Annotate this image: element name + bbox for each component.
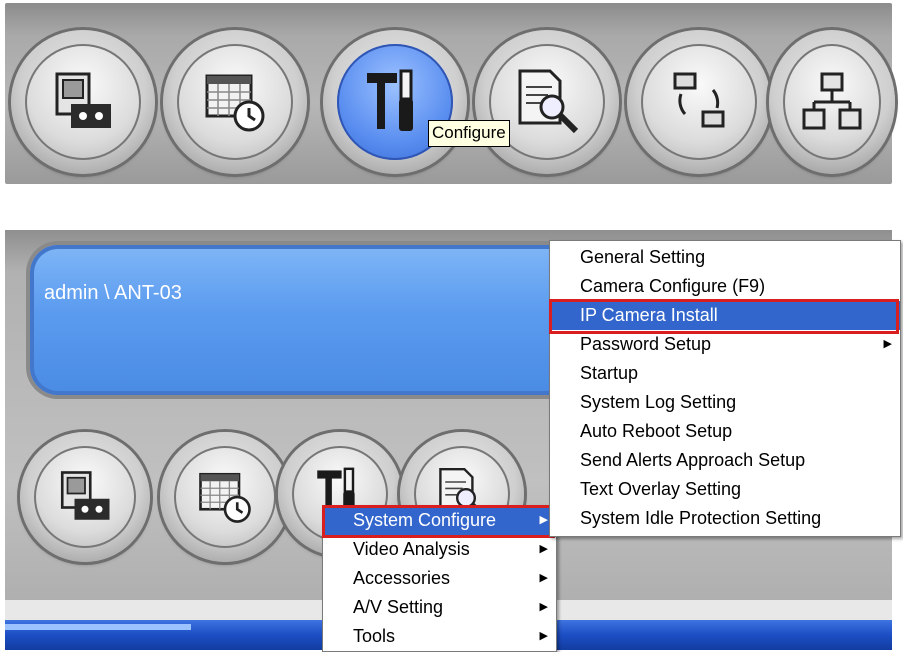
schedule-icon (199, 472, 251, 523)
chevron-right-icon: ▶ (883, 338, 892, 350)
menu-item-auto-reboot-setup[interactable]: Auto Reboot Setup (550, 417, 900, 446)
search-button[interactable] (475, 30, 619, 174)
menu-item-accessories[interactable]: Accessories ▶ (323, 564, 556, 593)
network-button[interactable] (769, 30, 895, 174)
menu-item-tools[interactable]: Tools ▶ (323, 622, 556, 651)
playback-icon (55, 72, 111, 128)
menu-item-startup[interactable]: Startup (550, 359, 900, 388)
search-icon (518, 69, 579, 134)
menu-item-system-log-setting[interactable]: System Log Setting (550, 388, 900, 417)
configure-button[interactable] (323, 30, 467, 174)
menu-item-text-overlay-setting[interactable]: Text Overlay Setting (550, 475, 900, 504)
status-display (30, 245, 630, 395)
backup-button[interactable] (627, 30, 771, 174)
schedule-button-bottom[interactable] (160, 432, 290, 562)
configure-icon (367, 69, 413, 131)
menu-item-camera-configure[interactable]: Camera Configure (F9) (550, 272, 900, 301)
menu-item-general-setting[interactable]: General Setting (550, 243, 900, 272)
menu-item-ip-camera-install[interactable]: IP Camera Install (550, 301, 900, 330)
menu-item-send-alerts-approach-setup[interactable]: Send Alerts Approach Setup (550, 446, 900, 475)
menu-item-video-analysis[interactable]: Video Analysis ▶ (323, 535, 556, 564)
system-configure-submenu: General Setting Camera Configure (F9) IP… (549, 240, 901, 537)
playback-button-bottom[interactable] (20, 432, 150, 562)
chevron-right-icon: ▶ (539, 601, 548, 613)
schedule-button[interactable] (163, 30, 307, 174)
schedule-icon (205, 74, 265, 132)
menu-item-password-setup[interactable]: Password Setup ▶ (550, 330, 900, 359)
chevron-right-icon: ▶ (539, 514, 548, 526)
menu-item-system-idle-protection-setting[interactable]: System Idle Protection Setting (550, 504, 900, 533)
playback-icon (60, 471, 110, 520)
backup-icon (673, 72, 725, 128)
configure-tooltip: Configure (428, 120, 510, 147)
menu-item-av-setting[interactable]: A/V Setting ▶ (323, 593, 556, 622)
playback-button[interactable] (11, 30, 155, 174)
menu-item-system-configure[interactable]: System Configure ▶ (323, 506, 556, 535)
chevron-right-icon: ▶ (539, 543, 548, 555)
chevron-right-icon: ▶ (539, 630, 548, 642)
network-icon (802, 72, 862, 130)
user-label: admin \ ANT-03 (44, 282, 182, 304)
chevron-right-icon: ▶ (539, 572, 548, 584)
toolbar-panel-top: Configure (5, 3, 895, 184)
context-menu: System Configure ▶ Video Analysis ▶ Acce… (322, 505, 557, 652)
